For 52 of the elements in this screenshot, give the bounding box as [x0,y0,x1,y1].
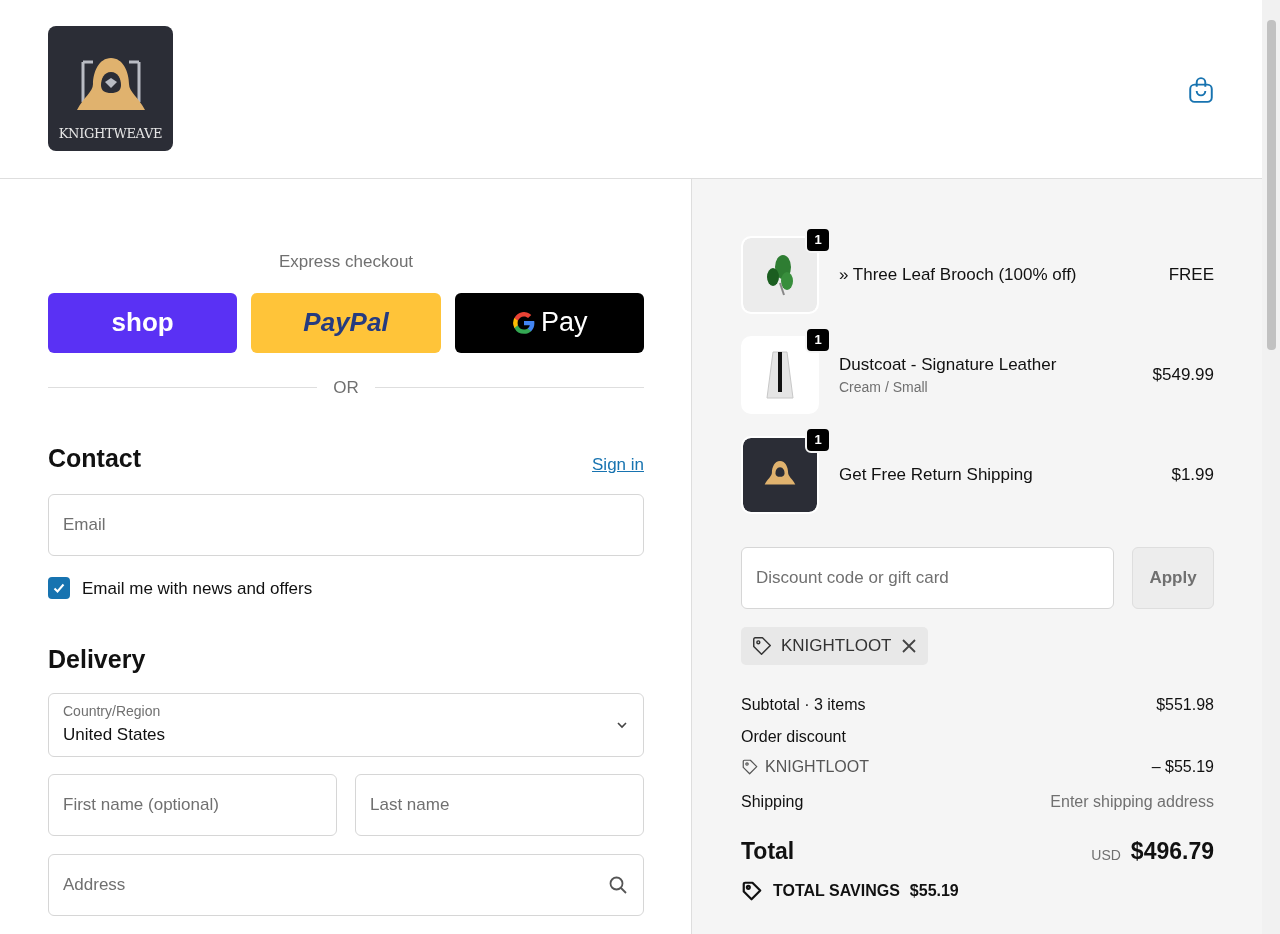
close-icon[interactable] [899,637,918,655]
discount-code-text: KNIGHTLOOT [781,635,892,658]
tag-icon [741,879,763,902]
tag-icon [741,758,759,776]
subtotal-label: Subtotal · 3 items [741,694,866,715]
subtotal-value: $551.98 [1156,694,1214,715]
shopping-bag-icon[interactable] [1188,76,1214,104]
product-name: Get Free Return Shipping [839,464,1034,487]
last-name-field[interactable]: Last name [355,773,644,836]
total-value: $496.79 [1130,837,1214,866]
sign-in-link[interactable]: Sign in [592,452,644,478]
contact-heading: Contact [48,443,142,474]
newsletter-label: Email me with news and offers [82,577,313,600]
first-name-field[interactable]: First name (optional) [48,773,337,836]
paypal-button[interactable]: PayPal [251,292,441,353]
quantity-badge: 1 [805,327,831,353]
discount-amount: – $55.19 [1151,757,1214,777]
discount-code-field[interactable]: Discount code or gift card [741,547,1114,609]
apply-button[interactable]: Apply [1132,547,1214,609]
delivery-heading: Delivery [48,644,147,675]
total-label: Total [741,837,795,866]
product-price: FREE [1168,264,1214,287]
product-name: » Three Leaf Brooch (100% off) [839,264,1078,287]
express-checkout-label: Express checkout [277,251,415,273]
product-price: $549.99 [1152,364,1214,387]
logo-text: KNIGHTWEAVE [58,124,163,143]
quantity-badge: 1 [805,427,831,453]
checkmark-icon [52,581,66,596]
shop-pay-button[interactable]: shop [48,292,238,353]
country-select[interactable]: Country/Region United States [48,692,644,757]
address-field[interactable]: Address [48,853,644,916]
total-savings-label: TOTAL SAVINGS [773,880,900,901]
product-price: $1.99 [1171,464,1214,487]
product-variant: Cream / Small [839,378,929,398]
country-value: United States [63,724,166,747]
or-divider-label: OR [333,376,359,399]
email-field[interactable]: Email [48,493,644,556]
quantity-badge: 1 [805,227,831,253]
shipping-label: Shipping [741,792,804,812]
scrollbar[interactable] [1262,0,1280,934]
google-pay-button[interactable]: Pay [454,292,644,353]
total-savings-value: $55.19 [909,880,959,901]
google-pay-label: Pay [541,306,588,340]
search-icon [608,874,628,895]
country-label: Country/Region [63,702,162,722]
order-discount-label: Order discount [741,727,846,747]
newsletter-checkbox[interactable] [48,577,70,600]
discount-code-text: KNIGHTLOOT [765,757,869,777]
shipping-value: Enter shipping address [1050,792,1214,812]
product-name: Dustcoat - Signature Leather [839,353,1058,376]
currency-label: USD [1091,845,1121,865]
tag-icon [751,635,773,657]
